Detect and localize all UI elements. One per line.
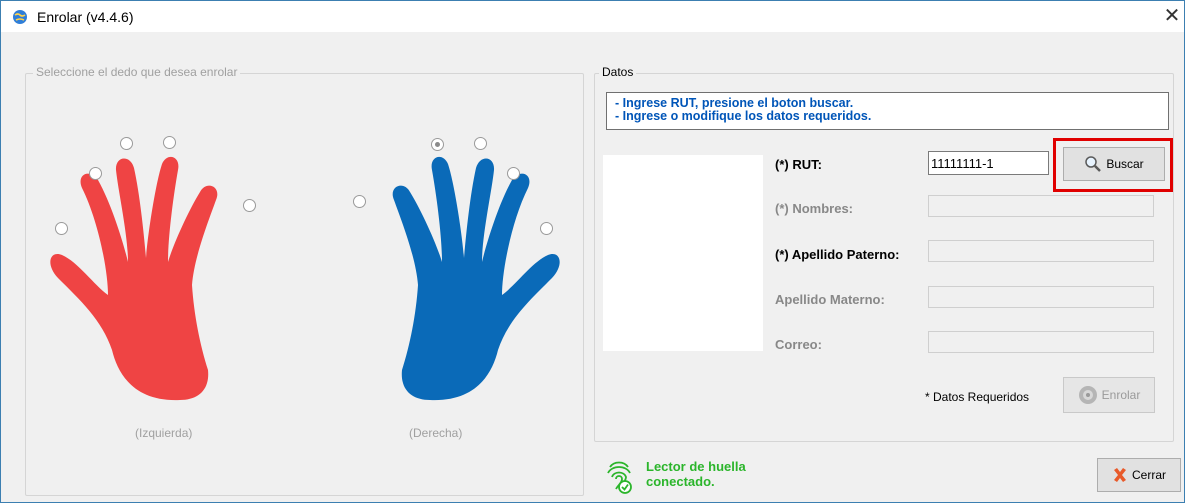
left-middle-radio[interactable] [120, 137, 133, 150]
cerrar-button[interactable]: Cerrar [1097, 458, 1181, 492]
cerrar-label: Cerrar [1131, 468, 1166, 482]
correo-label: Correo: [775, 337, 822, 352]
red-x-icon [1113, 468, 1126, 482]
enrolar-label: Enrolar [1101, 388, 1141, 402]
buscar-button[interactable]: Buscar [1063, 147, 1165, 181]
finger-selection-legend: Seleccione el dedo que desea enrolar [33, 65, 241, 79]
instruction-line-2: - Ingrese o modifique los datos requerid… [615, 109, 872, 123]
right-hand-label: (Derecha) [409, 426, 463, 440]
enrolar-button[interactable]: Enrolar [1063, 377, 1155, 413]
right-ring-radio[interactable] [507, 167, 520, 180]
reader-status-line-1: Lector de huella [646, 459, 746, 474]
fingerprint-check-icon [607, 461, 632, 494]
required-note: * Datos Requeridos [925, 390, 1030, 404]
left-hand-image [50, 156, 218, 401]
instructions-box: - Ingrese RUT, presione el boton buscar.… [606, 92, 1169, 130]
reader-status-line-2: conectado. [646, 474, 715, 489]
nombres-input[interactable] [928, 195, 1154, 217]
apellido-materno-input[interactable] [928, 286, 1154, 308]
rut-label: (*) RUT: [775, 157, 822, 172]
left-pinky-radio[interactable] [55, 222, 68, 235]
apellido-paterno-label: (*) Apellido Paterno: [775, 247, 900, 262]
correo-input[interactable] [928, 331, 1154, 353]
reader-status: Lector de huella conectado. [646, 459, 746, 489]
buscar-label: Buscar [1106, 157, 1144, 171]
right-pinky-radio[interactable] [540, 222, 553, 235]
right-thumb-radio[interactable] [353, 195, 366, 208]
window-title: Enrolar (v4.4.6) [37, 9, 134, 25]
app-globe-icon [13, 10, 27, 24]
window-close-button[interactable]: ✕ [1161, 4, 1183, 28]
magnifier-icon [1085, 156, 1102, 172]
left-ring-radio[interactable] [89, 167, 102, 180]
datos-legend: Datos [599, 65, 637, 79]
photo-placeholder [603, 155, 763, 351]
apellido-materno-label: Apellido Materno: [775, 292, 885, 307]
right-index-radio[interactable] [431, 138, 444, 151]
title-bar: Enrolar (v4.4.6) ✕ [1, 1, 1184, 32]
left-index-radio[interactable] [163, 136, 176, 149]
enrolar-disc-icon [1078, 386, 1097, 404]
rut-input[interactable] [928, 151, 1049, 175]
right-hand-image [392, 156, 560, 401]
left-hand-label: (Izquierda) [135, 426, 193, 440]
left-thumb-radio[interactable] [243, 199, 256, 212]
nombres-label: (*) Nombres: [775, 201, 854, 216]
apellido-paterno-input[interactable] [928, 240, 1154, 262]
right-middle-radio[interactable] [474, 137, 487, 150]
